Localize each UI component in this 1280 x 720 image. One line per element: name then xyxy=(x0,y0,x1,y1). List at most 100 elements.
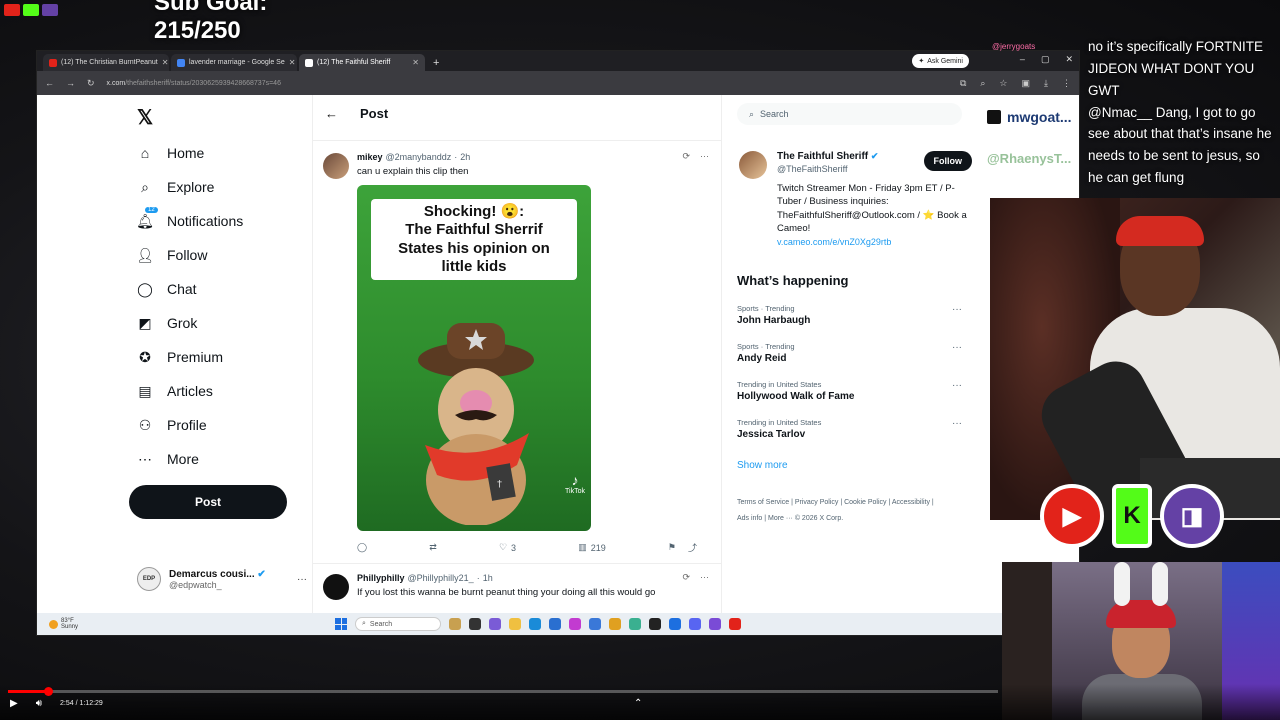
more-dots-icon[interactable]: ··· xyxy=(952,380,962,391)
reply-time: 2h xyxy=(460,151,471,162)
reply-author-name[interactable]: Phillyphilly xyxy=(357,573,405,583)
app-icon[interactable] xyxy=(669,618,681,630)
repost-action[interactable]: ⇄ xyxy=(429,542,437,553)
windows-start-icon[interactable] xyxy=(335,618,347,630)
more-dots-icon[interactable]: ··· xyxy=(297,574,307,585)
more-dots-icon[interactable]: ··· xyxy=(700,151,709,162)
peanut-character-image: † xyxy=(418,323,534,525)
ask-gemini-button[interactable]: ✦ Ask Gemini xyxy=(912,54,969,68)
reply-time: 1h xyxy=(482,572,493,583)
nav-item-explore[interactable]: ⌕ Explore xyxy=(137,179,214,196)
right-sidebar: ⌕ Search The Faithful Sheriff ✔ @TheFait… xyxy=(737,95,982,526)
store-icon[interactable] xyxy=(549,618,561,630)
search-input[interactable]: ⌕ Search xyxy=(737,103,962,125)
trend-item[interactable]: Sports · Trending John Harbaugh ··· xyxy=(737,304,982,326)
forward-nav-icon[interactable]: → xyxy=(66,78,75,88)
close-tab-icon[interactable]: ✕ xyxy=(289,58,296,67)
more-dots-icon[interactable]: ··· xyxy=(700,572,709,583)
maximize-icon[interactable]: ▢ xyxy=(1041,54,1050,65)
volume-icon[interactable]: 🔊︎ xyxy=(36,698,42,709)
menu-dots-icon[interactable]: ⋮ xyxy=(1062,78,1071,89)
install-icon[interactable]: ⧉ xyxy=(960,78,966,89)
close-tab-icon[interactable]: ✕ xyxy=(162,58,169,67)
account-name-text: Demarcus cousi... xyxy=(169,568,255,580)
obs-icon[interactable] xyxy=(729,618,741,630)
nav-item-notifications[interactable]: 🔔︎ 12 Notifications xyxy=(136,207,243,229)
chat-message: no it’s specifically FORTNITE JIDEON WHA… xyxy=(1088,39,1264,98)
trend-item[interactable]: Trending in United States Hollywood Walk… xyxy=(737,380,982,402)
like-action[interactable]: ♡ 3 xyxy=(499,542,516,553)
sub-goal-text: Sub Goal: 215/250 xyxy=(154,0,268,44)
more-dots-icon[interactable]: ··· xyxy=(952,418,962,429)
account-switcher[interactable]: EDP Demarcus cousi... ✔ @edpwatch_ ··· xyxy=(137,567,307,591)
nav-item-articles[interactable]: ▤ Articles xyxy=(137,383,213,400)
profile-link[interactable]: v.cameo.com/e/vnZ0Xg29rtb xyxy=(777,237,982,247)
trend-item[interactable]: Sports · Trending Andy Reid ··· xyxy=(737,342,982,364)
progress-bar[interactable] xyxy=(8,687,998,696)
back-arrow-icon[interactable]: ← xyxy=(325,106,338,121)
footer-links[interactable]: Terms of Service | Privacy Policy | Cook… xyxy=(737,495,937,526)
bookmark-star-icon[interactable]: ☆ xyxy=(999,78,1007,89)
discord-icon[interactable] xyxy=(689,618,701,630)
file-explorer-icon[interactable] xyxy=(509,618,521,630)
more-dots-icon[interactable]: ··· xyxy=(952,304,962,315)
tab-google-search[interactable]: lavender marriage - Google Se ✕ xyxy=(171,54,297,71)
grok-icon[interactable]: ⟳ xyxy=(682,151,690,162)
tab-burntpeanut[interactable]: (12) The Christian BurntPeanut ✕ xyxy=(43,54,169,71)
avatar[interactable] xyxy=(323,153,349,179)
close-window-icon[interactable]: ✕ xyxy=(1065,54,1073,65)
reload-icon[interactable]: ↻ xyxy=(87,78,95,89)
nav-item-profile[interactable]: ⚇ Profile xyxy=(137,417,207,434)
task-view-icon[interactable] xyxy=(469,618,481,630)
terminal-icon[interactable] xyxy=(649,618,661,630)
url-field[interactable]: x.com/thefaithsheriff/status/20306259394… xyxy=(107,80,948,87)
download-icon[interactable]: ⤓ xyxy=(1044,78,1048,89)
nav-item-premium[interactable]: ✪ Premium xyxy=(137,349,223,366)
post-button[interactable]: Post xyxy=(129,485,287,519)
minimize-icon[interactable]: – xyxy=(1020,54,1025,65)
nav-item-more[interactable]: ⋯ More xyxy=(137,451,199,468)
extension-icon[interactable]: ▣ xyxy=(1022,78,1031,89)
copilot-icon[interactable] xyxy=(489,618,501,630)
views-action[interactable]: ▥ 219 xyxy=(578,542,606,553)
search-placeholder: Search xyxy=(760,109,789,119)
back-nav-icon[interactable]: ← xyxy=(45,78,54,88)
progress-knob[interactable] xyxy=(43,687,53,696)
nav-item-follow[interactable]: 👤︎ Follow xyxy=(136,247,207,264)
close-tab-icon[interactable]: ✕ xyxy=(412,58,419,67)
chevron-up-icon[interactable]: ⌃ xyxy=(634,698,642,709)
notification-badge: 12 xyxy=(145,207,158,213)
nav-item-home[interactable]: ⌂ Home xyxy=(137,145,205,161)
widgets-icon[interactable] xyxy=(449,618,461,630)
app-icon[interactable] xyxy=(629,618,641,630)
app-icon[interactable] xyxy=(709,618,721,630)
nav-item-grok[interactable]: ◩ Grok xyxy=(137,315,197,332)
x-logo-icon[interactable]: 𝕏 xyxy=(137,105,153,130)
play-icon[interactable]: ▶ xyxy=(10,698,18,709)
bookmark-icon[interactable]: ⚑ xyxy=(668,542,676,553)
ask-gemini-label: Ask Gemini xyxy=(927,57,963,65)
weather-widget[interactable]: 83°F Sunny xyxy=(49,618,78,630)
repost-icon: ⇄ xyxy=(429,542,437,552)
taskbar-search[interactable]: ⌕ Search xyxy=(355,617,441,631)
share-icon[interactable]: ⤴ xyxy=(688,541,697,554)
reply-author-name[interactable]: mikey xyxy=(357,152,383,162)
trend-item[interactable]: Trending in United States Jessica Tarlov… xyxy=(737,418,982,440)
new-tab-button[interactable]: + xyxy=(427,57,445,71)
chrome-icon[interactable] xyxy=(609,618,621,630)
show-more-link[interactable]: Show more xyxy=(737,460,982,471)
avatar[interactable] xyxy=(739,151,767,179)
follow-button[interactable]: Follow xyxy=(923,151,972,171)
nav-item-chat[interactable]: ◯ Chat xyxy=(137,281,196,298)
grok-icon[interactable]: ⟳ xyxy=(682,572,690,583)
mail-icon[interactable] xyxy=(589,618,601,630)
reply-action[interactable]: ◯ xyxy=(357,542,367,553)
zoom-icon[interactable]: ⌕ xyxy=(980,78,985,89)
edge-icon[interactable] xyxy=(529,618,541,630)
avatar[interactable] xyxy=(323,574,349,600)
video-player[interactable]: Shocking! 😮: The Faithful Sherrif States… xyxy=(357,185,591,531)
more-dots-icon[interactable]: ··· xyxy=(952,342,962,353)
bell-icon: 🔔︎ 12 xyxy=(136,207,158,229)
app-icon[interactable] xyxy=(569,618,581,630)
tab-faithful-sheriff[interactable]: (12) The Faithful Sheriff ✕ xyxy=(299,54,425,71)
